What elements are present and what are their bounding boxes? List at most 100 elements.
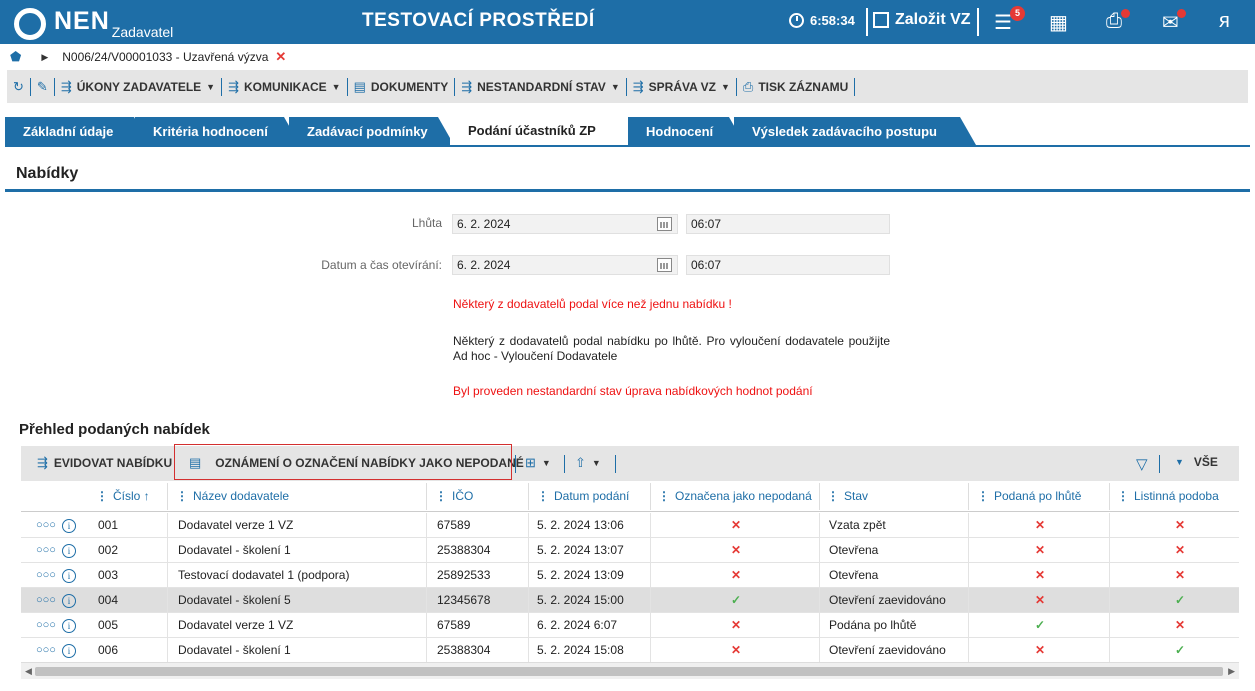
tab-zadavaci-podminky[interactable]: Zadávací podmínky <box>289 117 454 145</box>
section-title: Nabídky <box>16 165 79 182</box>
scrollbar-thumb[interactable] <box>35 667 1223 676</box>
calculator-icon[interactable]: ▦ <box>1049 10 1068 35</box>
inbox-icon[interactable]: ⎙ <box>1106 10 1122 33</box>
otevreni-date-field[interactable]: 6. 2. 2024 <box>452 255 678 275</box>
grid-columns-icon: ⊞ <box>525 455 536 470</box>
divider <box>866 8 868 36</box>
nen-logo[interactable]: NEN Zadavatel <box>14 6 173 40</box>
dokumenty-button[interactable]: ▤ DOKUMENTY <box>348 77 455 97</box>
caret-down-icon: ▼ <box>610 81 620 92</box>
row-info-button[interactable]: i <box>62 513 76 538</box>
row-info-button[interactable]: i <box>62 588 76 613</box>
columns-menu[interactable]: ⊞ ▼ <box>525 455 551 471</box>
cross-icon: ✕ <box>1175 518 1186 532</box>
row-menu-icon[interactable]: ○○○ <box>36 638 56 663</box>
filter-button[interactable]: ▽ <box>1136 455 1148 473</box>
caret-down-icon: ▼ <box>331 81 341 92</box>
tab-hodnoceni[interactable]: Hodnocení <box>628 117 745 145</box>
row-menu-icon[interactable]: ○○○ <box>36 513 56 538</box>
actions-icon: ⇶ <box>632 78 644 94</box>
komunikace-menu[interactable]: ⇶ KOMUNIKACE ▼ <box>222 77 347 97</box>
sprava-menu[interactable]: ⇶ SPRÁVA VZ ▼ <box>627 77 736 97</box>
tab-podani-ucastniku[interactable]: Podání účastníků ZP <box>450 116 628 145</box>
divider <box>968 563 969 588</box>
view-select[interactable]: ▼ VŠE <box>1175 455 1218 469</box>
row-info-button[interactable]: i <box>62 538 76 563</box>
table-row[interactable]: ○○○ i 005 Dodavatel verze 1 VZ 67589 6. 2. 20… <box>21 613 1239 638</box>
row-info-button[interactable]: i <box>62 638 76 663</box>
otevreni-time-field[interactable]: 06:07 <box>686 255 890 275</box>
close-icon[interactable]: ✕ <box>275 49 286 65</box>
dokumenty-label: DOKUMENTY <box>370 79 449 94</box>
col-listinna[interactable]: ⋮ Listinná podoba <box>1117 481 1219 512</box>
edit-button[interactable]: ✎ <box>31 77 54 97</box>
table-row[interactable]: ○○○ i 006 Dodavatel - školení 1 25388304 5. 2… <box>21 638 1239 663</box>
divider <box>819 513 820 538</box>
tisk-button[interactable]: ⎙ TISK ZÁZNAMU <box>737 77 854 97</box>
tisk-label: TISK ZÁZNAMU <box>758 79 849 94</box>
row-menu-icon[interactable]: ○○○ <box>36 538 56 563</box>
divider <box>854 77 856 96</box>
table-row[interactable]: ○○○ i 002 Dodavatel - školení 1 25388304 5. 2… <box>21 538 1239 563</box>
cell-stav: Otevřena <box>829 543 879 557</box>
row-menu-icon[interactable]: ○○○ <box>36 613 56 638</box>
horizontal-scrollbar[interactable]: ◀ ▶ <box>21 662 1239 679</box>
edit-icon <box>873 12 889 28</box>
tab-zakladni-udaje[interactable]: Základní údaje <box>5 117 150 145</box>
export-menu[interactable]: ⇧ ▼ <box>575 455 601 471</box>
ukony-label: ÚKONY ZADAVATELE <box>76 79 202 94</box>
cell-cislo: 006 <box>98 643 119 657</box>
cell-stav: Podána po lhůtě <box>829 618 917 632</box>
info-icon: i <box>62 518 76 533</box>
col-cislo[interactable]: ⋮ Číslo ↑ <box>96 481 150 512</box>
table-row[interactable]: ○○○ i 004 Dodavatel - školení 5 12345678 5. 2… <box>21 588 1239 613</box>
row-menu-icon[interactable]: ○○○ <box>36 588 56 613</box>
cross-icon: ✕ <box>1035 568 1046 582</box>
cell-nepodana: ✕ <box>731 638 741 663</box>
ukony-menu[interactable]: ⇶ ÚKONY ZADAVATELE ▼ <box>55 77 221 97</box>
scroll-left-icon[interactable]: ◀ <box>25 666 32 677</box>
cell-stav: Otevření zaevidováno <box>829 643 946 657</box>
col-ico[interactable]: ⋮ IČO <box>435 481 473 512</box>
refresh-button[interactable]: ↻ <box>7 77 30 97</box>
evidovat-label: EVIDOVAT NABÍDKU <box>53 456 173 470</box>
row-menu-icon[interactable]: ○○○ <box>36 563 56 588</box>
tab-vysledek[interactable]: Výsledek zadávacího postupu <box>734 117 976 145</box>
table-row[interactable]: ○○○ i 003 Testovací dodavatel 1 (podpora) 25… <box>21 563 1239 588</box>
table-row[interactable]: ○○○ i 001 Dodavatel verze 1 VZ 67589 5. 2. 20… <box>21 513 1239 538</box>
divider <box>968 483 969 510</box>
col-stav[interactable]: ⋮ Stav <box>827 481 868 512</box>
cell-ico: 25388304 <box>437 643 491 657</box>
info-icon: i <box>62 618 76 633</box>
divider <box>819 538 820 563</box>
breadcrumb-path[interactable]: N006/24/V00001033 - Uzavřená výzva <box>62 50 268 64</box>
tab-kriteria-hodnoceni[interactable]: Kritéria hodnocení <box>135 117 300 145</box>
create-vz-button[interactable]: Založit VZ <box>873 11 971 29</box>
cell-listinna: ✕ <box>1175 613 1185 638</box>
user-icon[interactable]: ᴙ <box>1219 10 1230 33</box>
home-icon[interactable]: ⬟ <box>10 49 21 65</box>
lhuta-time-field[interactable]: 06:07 <box>686 214 890 234</box>
col-nepodana[interactable]: ⋮ Označena jako nepodaná <box>658 481 812 512</box>
row-info-button[interactable]: i <box>62 563 76 588</box>
lhuta-date-field[interactable]: 6. 2. 2024 <box>452 214 678 234</box>
col-nazev[interactable]: ⋮ Název dodavatele <box>176 481 289 512</box>
chevron-right-icon: ▶ <box>41 51 49 62</box>
col-datum[interactable]: ⋮ Datum podání <box>537 481 629 512</box>
actions-icon: ⇶ <box>60 78 72 94</box>
calendar-icon[interactable] <box>657 258 672 272</box>
cell-stav: Vzata zpět <box>829 518 886 532</box>
cell-ico: 25892533 <box>437 568 491 582</box>
col-po-lhute[interactable]: ⋮ Podaná po lhůtě <box>977 481 1081 512</box>
actions-icon: ⇶ <box>37 455 48 470</box>
scroll-right-icon[interactable]: ▶ <box>1228 666 1235 677</box>
pencil-icon: ✎ <box>36 78 48 94</box>
evidovat-button[interactable]: ⇶ EVIDOVAT NABÍDKU <box>37 455 172 471</box>
calendar-icon[interactable] <box>657 217 672 231</box>
divider <box>819 613 820 638</box>
nestandardni-menu[interactable]: ⇶ NESTANDARDNÍ STAV ▼ <box>455 77 626 97</box>
cell-nepodana: ✕ <box>731 513 741 538</box>
mail-notification-dot <box>1177 9 1186 18</box>
row-info-button[interactable]: i <box>62 613 76 638</box>
divider <box>650 513 651 538</box>
